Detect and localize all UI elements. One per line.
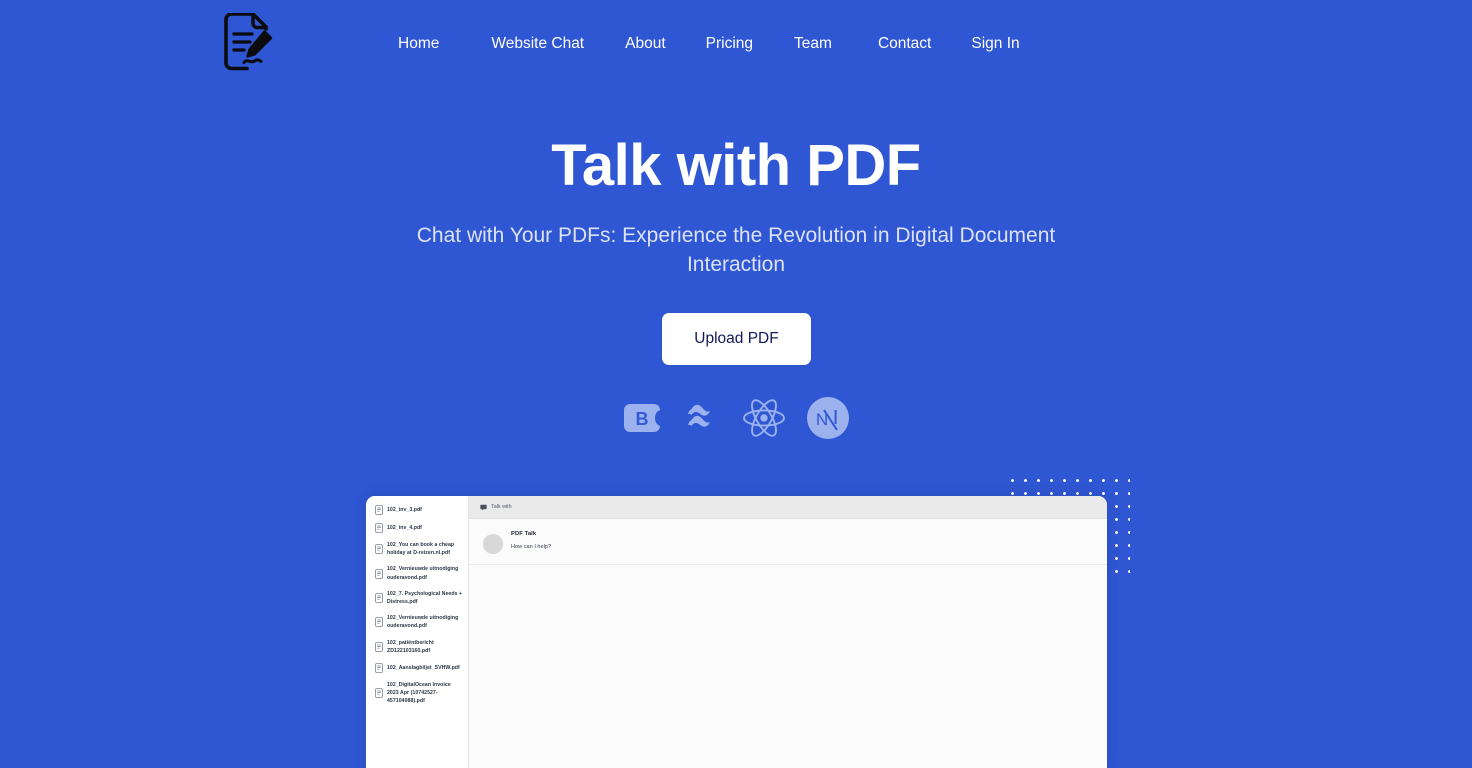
list-item[interactable]: 102_patiëntbericht ZD122103160.pdf	[371, 639, 463, 655]
chat-tab-label: Talk with	[491, 504, 512, 510]
document-pen-logo[interactable]	[220, 12, 276, 75]
svg-text:B: B	[636, 409, 649, 429]
list-item[interactable]: 102_inv_4.pdf	[371, 523, 463, 533]
chat-message: PDF Talk How can I help?	[469, 519, 1107, 565]
upload-pdf-button[interactable]: Upload PDF	[662, 313, 811, 365]
chat-message-author: PDF Talk	[511, 531, 537, 537]
bootstrap-icon: B	[622, 398, 662, 443]
site-header: Home Website Chat About Pricing Team Con…	[0, 0, 1472, 88]
chat-bubble-icon	[480, 504, 487, 510]
nav-item-pricing[interactable]: Pricing	[706, 33, 753, 55]
file-name: 102_inv_4.pdf	[387, 524, 422, 531]
list-item[interactable]: 102_inv_3.pdf	[371, 505, 463, 515]
list-item[interactable]: 102_Vernieuwde uitnodiging ouderavond.pd…	[371, 565, 463, 581]
app-preview-mockup: 102_inv_3.pdf 102_inv_4.pdf 102_You can …	[366, 496, 1107, 768]
nav-item-website-chat[interactable]: Website Chat	[491, 33, 584, 55]
file-icon	[375, 663, 383, 673]
chat-message-text: How can I help?	[511, 544, 552, 550]
hero-subtitle: Chat with Your PDFs: Experience the Revo…	[416, 224, 1056, 276]
list-item[interactable]: 102_7. Psychological Needs + Distress.pd…	[371, 590, 463, 606]
list-item[interactable]: 102_DigitalOcean Invoice 2023 Apr (10742…	[371, 681, 463, 706]
dot-grid-decoration-side	[1110, 487, 1130, 574]
file-icon	[375, 568, 383, 579]
chat-message-body: PDF Talk How can I help?	[511, 528, 551, 553]
avatar	[483, 534, 503, 554]
file-name: 102_DigitalOcean Invoice 2023 Apr (10742…	[387, 682, 451, 705]
file-icon	[375, 505, 383, 515]
file-name: 102_7. Psychological Needs + Distress.pd…	[387, 590, 463, 606]
file-icon	[375, 523, 383, 533]
file-icon	[375, 544, 383, 555]
nav-item-contact[interactable]: Contact	[878, 33, 931, 55]
nextjs-icon: N	[806, 396, 850, 445]
list-item[interactable]: 102_You can book a cheap holiday at D-re…	[371, 541, 463, 557]
chat-tab-bar[interactable]: Talk with	[469, 496, 1107, 519]
nav-item-about[interactable]: About	[625, 33, 666, 55]
list-item[interactable]: 102_Vernieuwde uitnodiging ouderavond.pd…	[371, 614, 463, 630]
file-name: 102_You can book a cheap holiday at D-re…	[387, 542, 455, 557]
file-icon	[375, 688, 383, 699]
file-name: 102_patiëntbericht ZD122103160.pdf	[387, 639, 434, 654]
file-name: 102_inv_3.pdf	[387, 506, 422, 513]
page-title: Talk with PDF	[551, 133, 921, 198]
list-item[interactable]: 102_Aanslagbiljet_SVHW.pdf	[371, 663, 463, 673]
nav-item-team[interactable]: Team	[794, 33, 832, 55]
main-navigation: Home Website Chat About Pricing Team Con…	[398, 33, 1020, 55]
chat-empty-area	[469, 565, 1107, 768]
tailwind-icon	[681, 403, 723, 438]
tech-stack-row: B N	[622, 396, 850, 444]
file-name: 102_Aanslagbiljet_SVHW.pdf	[387, 664, 460, 671]
file-name: 102_Vernieuwde uitnodiging ouderavond.pd…	[387, 566, 459, 581]
nav-item-home[interactable]: Home	[398, 33, 439, 55]
file-icon	[375, 617, 383, 628]
react-icon	[741, 397, 787, 444]
file-icon	[375, 593, 383, 603]
file-icon	[375, 642, 383, 652]
mockup-file-sidebar[interactable]: 102_inv_3.pdf 102_inv_4.pdf 102_You can …	[366, 496, 469, 768]
file-name: 102_Vernieuwde uitnodiging ouderavond.pd…	[387, 615, 459, 630]
mockup-chat-panel: Talk with PDF Talk How can I help?	[469, 496, 1107, 768]
document-pen-icon	[224, 12, 273, 71]
nav-item-sign-in[interactable]: Sign In	[971, 33, 1019, 55]
